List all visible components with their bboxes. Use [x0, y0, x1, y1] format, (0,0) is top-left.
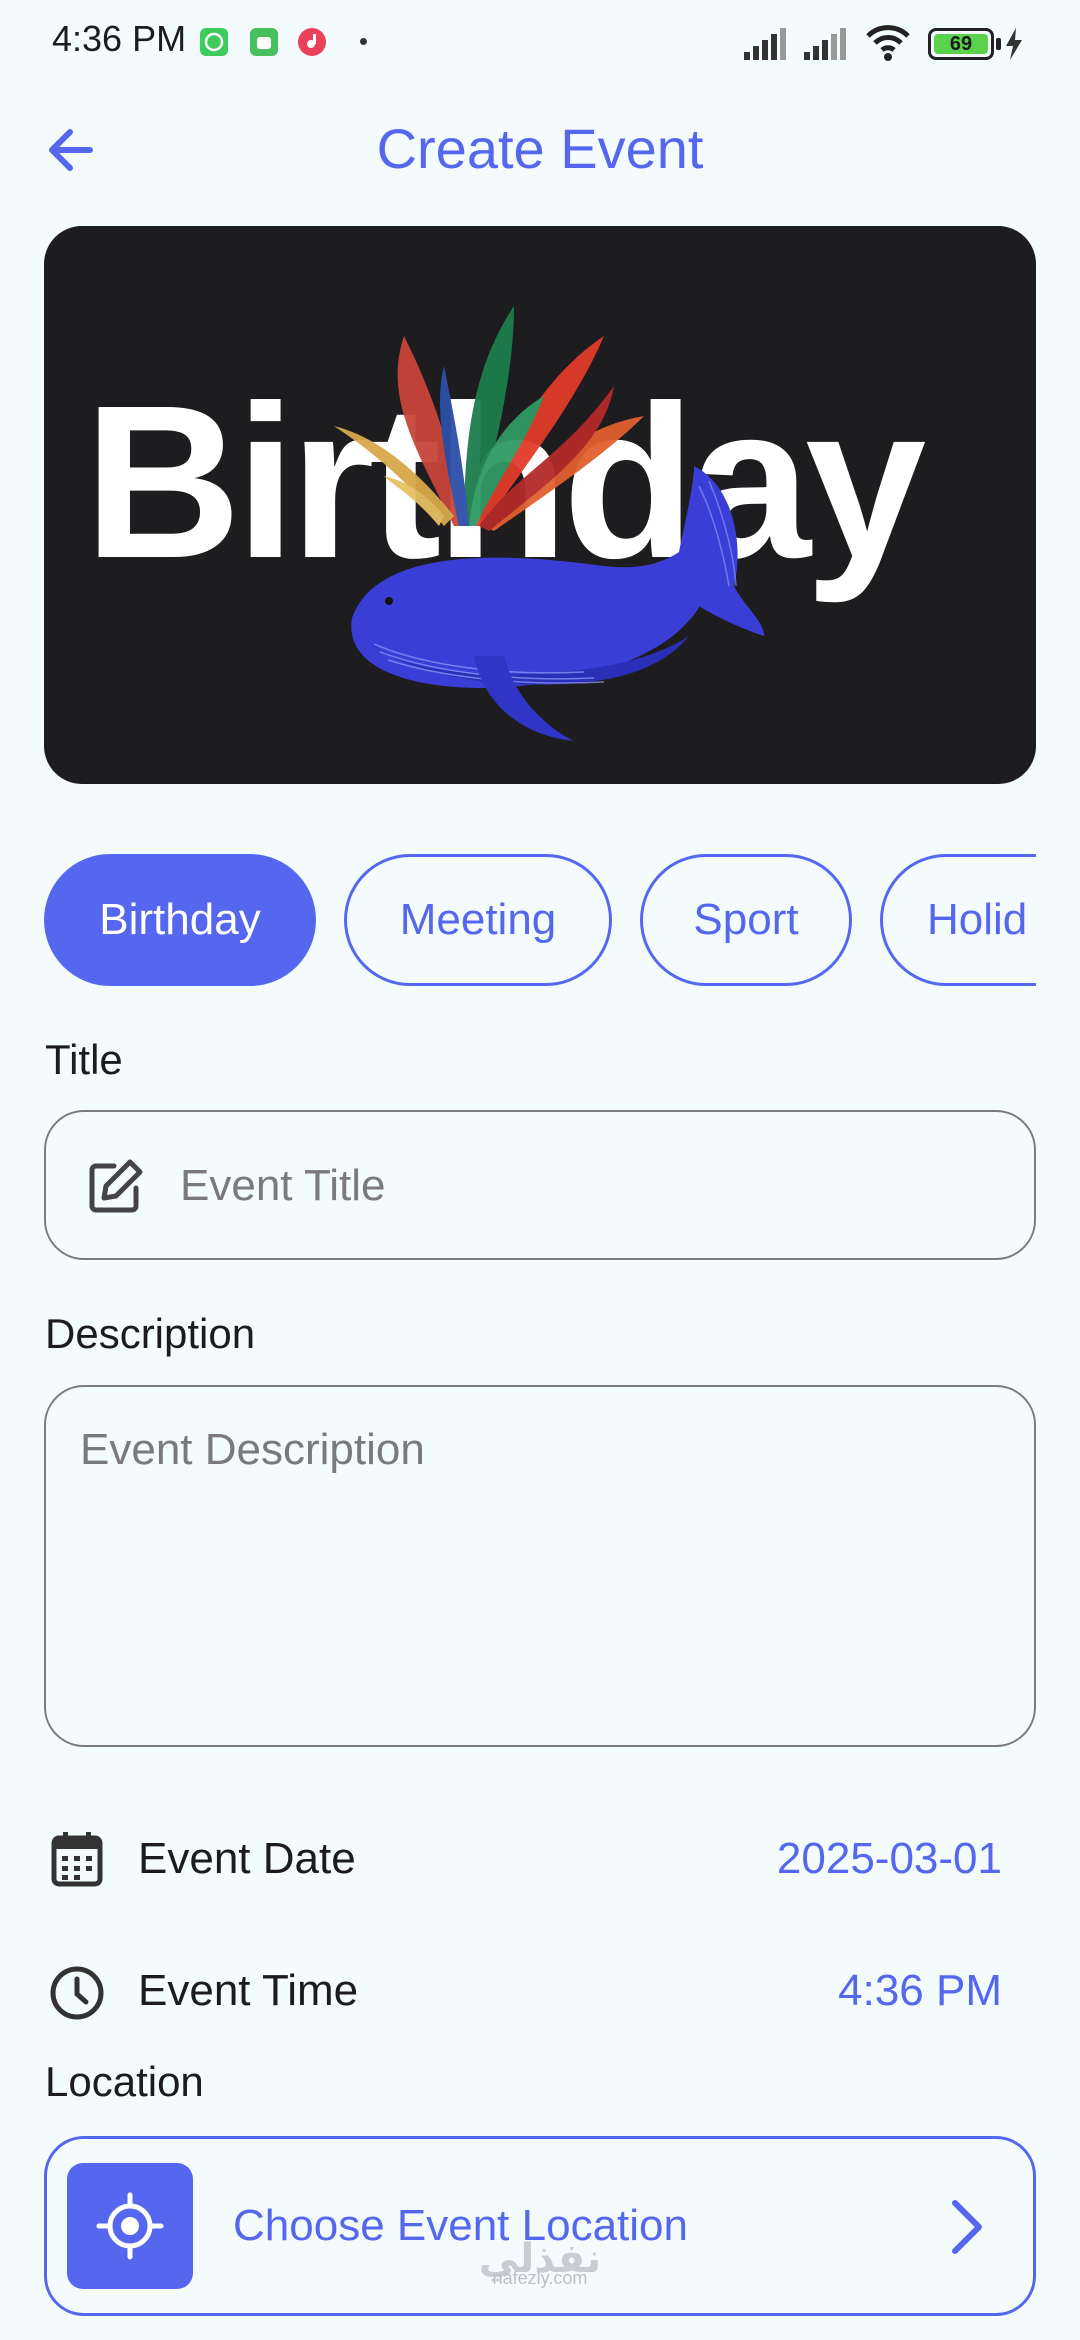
category-chips: Birthday Meeting Sport Holid — [44, 854, 1036, 986]
description-field[interactable] — [44, 1385, 1036, 1747]
event-date-label: Event Date — [138, 1834, 356, 1883]
watermark-text: nafezly.com — [492, 2268, 588, 2288]
title-label: Title — [45, 1036, 123, 1083]
android-icon — [250, 28, 278, 56]
battery-level: 69 — [934, 33, 988, 55]
whale-illustration — [334, 306, 764, 741]
clock-icon — [50, 1966, 104, 2020]
event-time-row[interactable]: Event Time 4:36 PM — [44, 1952, 1036, 2032]
charging-icon — [1006, 28, 1022, 60]
event-date-row[interactable]: Event Date 2025-03-01 — [44, 1820, 1036, 1900]
signal-icon — [804, 28, 846, 60]
title-input[interactable] — [178, 1150, 998, 1222]
event-date-value[interactable]: 2025-03-01 — [777, 1834, 1002, 1884]
chip-holiday[interactable]: Holid — [880, 854, 1036, 986]
location-label: Location — [45, 2058, 204, 2105]
title-field[interactable] — [44, 1110, 1036, 1260]
chip-birthday[interactable]: Birthday — [44, 854, 316, 986]
choose-location-button[interactable]: Choose Event Location — [44, 2136, 1036, 2316]
status-time: 4:36 PM — [52, 18, 187, 59]
battery-icon: 69 — [928, 28, 994, 60]
chip-sport[interactable]: Sport — [640, 854, 852, 986]
event-time-value[interactable]: 4:36 PM — [838, 1966, 1002, 2016]
description-label: Description — [45, 1310, 256, 1357]
event-banner: Birthday — [44, 226, 1036, 784]
chip-meeting[interactable]: Meeting — [344, 854, 612, 986]
description-input[interactable] — [78, 1423, 998, 1713]
signal-icon — [744, 28, 786, 60]
battery-cap — [996, 38, 1001, 50]
page-title: Create Event — [376, 117, 704, 180]
notification-dot — [360, 38, 367, 45]
event-time-label: Event Time — [138, 1966, 359, 2015]
music-icon — [298, 28, 326, 56]
whatsapp-icon — [200, 28, 228, 56]
wifi-icon — [866, 25, 910, 61]
edit-icon — [89, 1159, 143, 1213]
calendar-icon — [51, 1832, 103, 1887]
